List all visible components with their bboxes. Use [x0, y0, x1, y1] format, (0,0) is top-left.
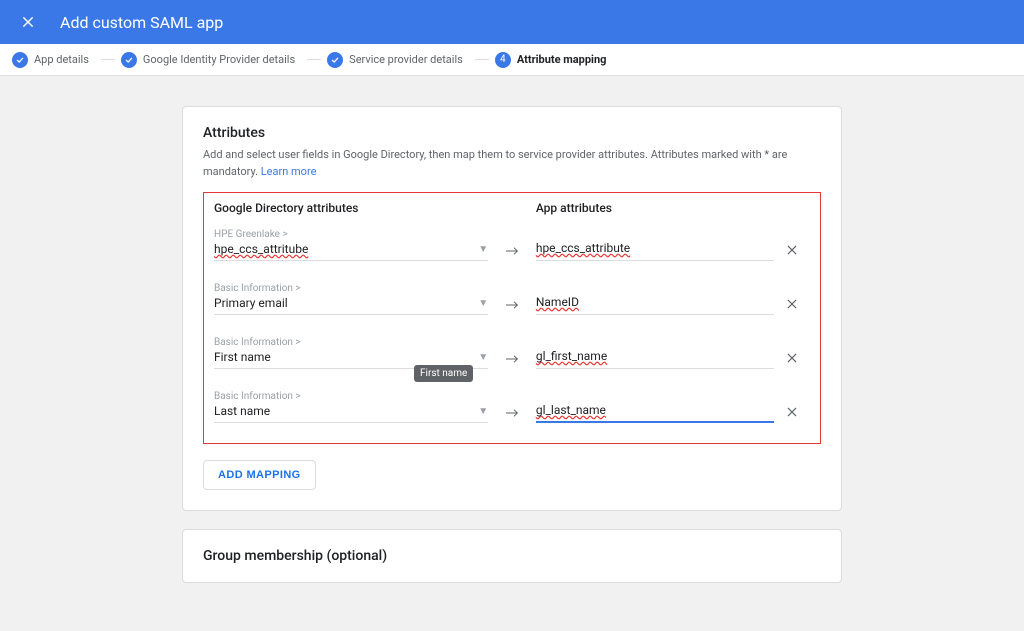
- directory-attribute-select[interactable]: Basic Information > Last name ▼: [214, 391, 488, 423]
- content-area: Attributes Add and select user fields in…: [0, 76, 1024, 631]
- close-icon: [785, 297, 799, 311]
- close-icon: [785, 243, 799, 257]
- step-attribute-mapping[interactable]: 4 Attribute mapping: [495, 52, 607, 68]
- directory-attribute-select[interactable]: HPE Greenlake > hpe_ccs_attritube ▼: [214, 229, 488, 261]
- attributes-card: Attributes Add and select user fields in…: [182, 106, 842, 511]
- chevron-down-icon: ▼: [478, 244, 488, 255]
- mapping-row: Basic Information > First name ▼ gl_firs…: [214, 337, 810, 369]
- directory-attribute-select[interactable]: Basic Information > Primary email ▼: [214, 283, 488, 315]
- card-title: Attributes: [203, 125, 821, 141]
- arrow-icon: [488, 353, 536, 369]
- step-idp-details[interactable]: Google Identity Provider details: [121, 52, 295, 68]
- remove-mapping-button[interactable]: [774, 297, 810, 315]
- card-description: Add and select user fields in Google Dir…: [203, 147, 821, 180]
- chevron-down-icon: ▼: [478, 352, 488, 363]
- check-icon: [12, 52, 28, 68]
- check-icon: [327, 52, 343, 68]
- step-sp-details[interactable]: Service provider details: [327, 52, 463, 68]
- group-membership-card: Group membership (optional): [182, 529, 842, 583]
- step-separator: [101, 59, 115, 60]
- mapping-row: HPE Greenlake > hpe_ccs_attritube ▼ hpe_…: [214, 229, 810, 261]
- app-attribute-input[interactable]: NameID: [536, 295, 774, 315]
- arrow-icon: [488, 299, 536, 315]
- arrow-icon: [488, 245, 536, 261]
- arrow-icon: [488, 407, 536, 423]
- close-icon: [785, 405, 799, 419]
- remove-mapping-button[interactable]: [774, 351, 810, 369]
- close-button[interactable]: [16, 10, 40, 34]
- mapping-box: Google Directory attributes App attribut…: [203, 192, 821, 444]
- remove-mapping-button[interactable]: [774, 405, 810, 423]
- app-attribute-input[interactable]: hpe_ccs_attribute: [536, 241, 774, 261]
- stepper: App details Google Identity Provider det…: [0, 44, 1024, 76]
- card-title: Group membership (optional): [203, 548, 821, 564]
- app-attribute-input[interactable]: gl_last_name: [536, 403, 774, 423]
- col-header-left: Google Directory attributes: [214, 201, 488, 215]
- close-icon: [785, 351, 799, 365]
- top-bar: Add custom SAML app: [0, 0, 1024, 44]
- step-separator: [475, 59, 489, 60]
- check-icon: [121, 52, 137, 68]
- col-header-right: App attributes: [536, 201, 774, 215]
- chevron-down-icon: ▼: [478, 298, 488, 309]
- add-mapping-button[interactable]: ADD MAPPING: [203, 460, 316, 490]
- step-separator: [307, 59, 321, 60]
- remove-mapping-button[interactable]: [774, 243, 810, 261]
- tooltip: First name: [414, 365, 473, 382]
- app-attribute-input[interactable]: gl_first_name: [536, 349, 774, 369]
- close-icon: [20, 14, 36, 30]
- page-title: Add custom SAML app: [60, 13, 223, 32]
- step-app-details[interactable]: App details: [12, 52, 89, 68]
- mapping-row: Basic Information > Last name ▼ gl_last_…: [214, 391, 810, 423]
- learn-more-link[interactable]: Learn more: [261, 165, 317, 178]
- chevron-down-icon: ▼: [478, 406, 488, 417]
- step-number-icon: 4: [495, 52, 511, 68]
- mapping-row: Basic Information > Primary email ▼ Name…: [214, 283, 810, 315]
